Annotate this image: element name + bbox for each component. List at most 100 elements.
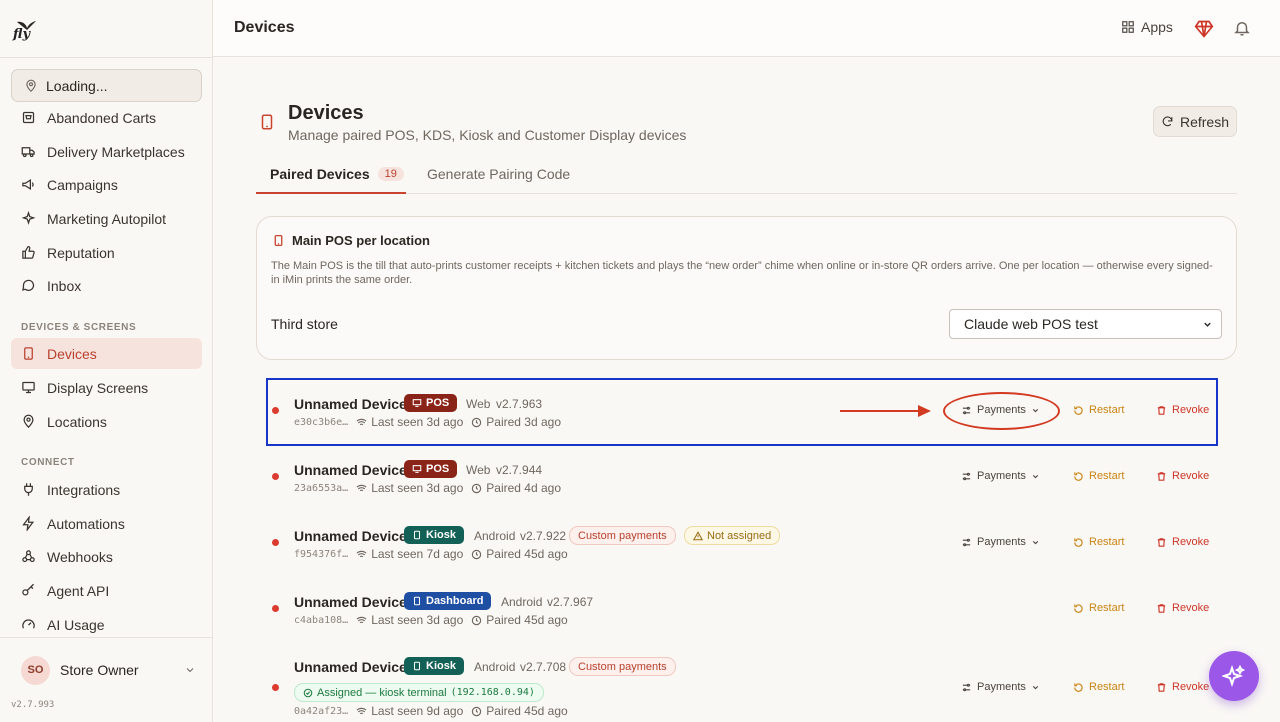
device-name: Unnamed Device	[294, 462, 407, 478]
device-type-badge: Kiosk	[404, 526, 464, 544]
payments-dropdown[interactable]: Payments	[961, 470, 1040, 482]
rotate-icon	[1074, 537, 1083, 547]
status-dot	[272, 605, 279, 612]
sidebar-item-marketing-autopilot[interactable]: Marketing Autopilot	[11, 203, 202, 234]
chevron-down-icon	[1032, 685, 1039, 689]
revoke-button[interactable]: Revoke	[1156, 470, 1209, 482]
rotate-icon	[1074, 603, 1083, 613]
last-seen: Last seen 3d ago	[356, 613, 463, 627]
revoke-button[interactable]: Revoke	[1156, 602, 1209, 614]
map-pin-icon	[23, 414, 34, 428]
paired-text: Paired 45d ago	[486, 613, 568, 627]
megaphone-icon	[22, 178, 34, 191]
chevron-down-icon	[1032, 474, 1039, 478]
assigned-text: Assigned — kiosk terminal	[317, 686, 447, 699]
restart-button[interactable]: Restart	[1073, 470, 1124, 482]
section-heading-connect: CONNECT	[21, 457, 75, 468]
sidebar-item-abandoned-carts[interactable]: Abandoned Carts	[11, 102, 202, 133]
sidebar-item-label: Integrations	[47, 481, 121, 498]
sidebar-item-agent-api[interactable]: Agent API	[11, 575, 202, 606]
sidebar-item-ai-usage[interactable]: AI Usage	[11, 609, 202, 640]
sidebar-item-label: Devices	[47, 345, 97, 362]
monitor-icon	[22, 381, 35, 394]
gem-icon[interactable]	[1194, 19, 1214, 39]
revoke-button[interactable]: Revoke	[1156, 536, 1209, 548]
grid-icon	[1122, 21, 1134, 33]
highlight-ellipse	[943, 392, 1060, 430]
last-seen: Last seen 9d ago	[356, 704, 463, 718]
chat-icon	[22, 279, 35, 291]
device-version: v2.7.708	[520, 660, 567, 674]
sidebar-item-label: Locations	[47, 413, 107, 430]
device-platform: Android	[501, 595, 543, 609]
status-dot	[272, 684, 279, 691]
main-pos-select[interactable]: Claude web POS test	[949, 309, 1222, 339]
device-row: Unnamed Device Dashboard Android v2.7.96…	[266, 577, 1218, 643]
paired-ago: Paired 45d ago	[471, 613, 568, 627]
chevron-down-icon	[186, 668, 194, 673]
sidebar-item-display-screens[interactable]: Display Screens	[11, 372, 202, 403]
sidebar-item-devices[interactable]: Devices	[11, 338, 202, 369]
sidebar-item-webhooks[interactable]: Webhooks	[11, 541, 202, 572]
sidebar-item-locations[interactable]: Locations	[11, 406, 202, 437]
paired-text: Paired 45d ago	[486, 704, 568, 718]
location-selector[interactable]: Loading...	[11, 69, 202, 102]
section-heading-devices: DEVICES & SCREENS	[21, 322, 137, 333]
main-pos-description: The Main POS is the till that auto-print…	[271, 260, 1213, 286]
apps-label: Apps	[1141, 19, 1173, 35]
sidebar-item-inbox[interactable]: Inbox	[11, 270, 202, 301]
device-version: v2.7.944	[496, 463, 543, 477]
ai-assistant-button[interactable]	[1209, 651, 1259, 701]
restart-button[interactable]: Restart	[1073, 602, 1124, 614]
chevron-down-icon	[1204, 322, 1211, 327]
assigned-ip: (192.168.0.94)	[450, 687, 535, 698]
sidebar: fly Loading... Abandoned Carts Delivery …	[0, 0, 213, 722]
count-badge: 19	[377, 167, 404, 181]
restart-button[interactable]: Restart	[1073, 681, 1124, 693]
sliders-icon	[962, 683, 971, 691]
apps-button[interactable]: Apps	[1121, 19, 1173, 35]
map-pin-icon	[26, 79, 36, 92]
paired-text: Paired 4d ago	[486, 481, 561, 495]
location-label: Loading...	[46, 77, 108, 94]
status-dot	[272, 539, 279, 546]
divider	[0, 57, 213, 58]
sidebar-item-label: Marketing Autopilot	[47, 210, 167, 227]
custom-payments-tag: Custom payments	[569, 657, 676, 676]
topbar-title: Devices	[234, 19, 295, 36]
user-menu[interactable]: SO Store Owner	[21, 655, 196, 685]
sidebar-item-label: Delivery Marketplaces	[47, 143, 185, 160]
tablet-icon	[413, 530, 421, 540]
tablet-icon	[261, 114, 273, 130]
sidebar-item-delivery-marketplaces[interactable]: Delivery Marketplaces	[11, 136, 202, 167]
clock-icon	[472, 483, 482, 493]
refresh-button[interactable]: Refresh	[1153, 106, 1237, 137]
sparkle-icon	[21, 211, 36, 225]
paired-ago: Paired 45d ago	[471, 547, 568, 561]
sidebar-item-automations[interactable]: Automations	[11, 508, 202, 539]
highlight-box	[266, 378, 1218, 446]
payments-dropdown[interactable]: Payments	[961, 536, 1040, 548]
chevron-down-icon	[1032, 540, 1039, 544]
device-version: v2.7.967	[547, 595, 594, 609]
restart-button[interactable]: Restart	[1073, 536, 1124, 548]
revoke-button[interactable]: Revoke	[1156, 681, 1209, 693]
arrow-icon	[840, 405, 931, 417]
sidebar-item-label: Abandoned Carts	[47, 109, 156, 126]
sidebar-item-reputation[interactable]: Reputation	[11, 237, 202, 268]
paired-ago: Paired 45d ago	[471, 704, 568, 718]
bell-icon[interactable]	[1233, 19, 1251, 37]
tab-generate-pairing-code[interactable]: Generate Pairing Code	[427, 166, 570, 182]
last-seen-text: Last seen 3d ago	[371, 481, 464, 495]
payments-dropdown[interactable]: Payments	[961, 681, 1040, 693]
payments-label: Payments	[977, 681, 1026, 693]
tab-paired-devices[interactable]: Paired Devices 19	[270, 166, 404, 182]
sidebar-item-integrations[interactable]: Integrations	[11, 474, 202, 505]
page-title: Devices	[288, 102, 364, 124]
badge-label: Dashboard	[426, 595, 484, 607]
refresh-icon	[1162, 116, 1173, 127]
device-type-badge: Dashboard	[404, 592, 492, 610]
sidebar-item-campaigns[interactable]: Campaigns	[11, 169, 202, 200]
tag-label: Not assigned	[707, 529, 772, 542]
sidebar-item-label: Webhooks	[47, 548, 113, 565]
